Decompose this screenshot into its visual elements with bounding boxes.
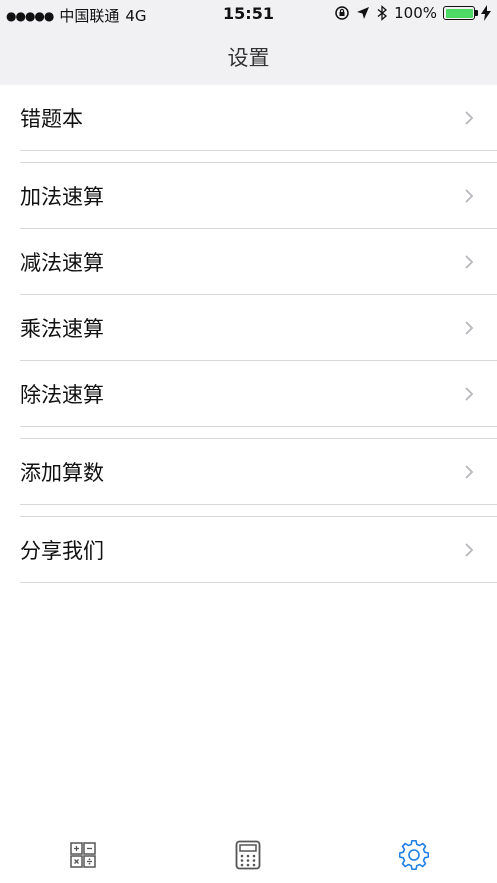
section-divider — [20, 505, 497, 517]
chevron-right-icon — [465, 188, 474, 203]
section-divider — [20, 151, 497, 163]
tab-operators[interactable] — [63, 835, 103, 875]
tab-settings[interactable] — [394, 835, 434, 875]
grid-operators-icon — [70, 841, 96, 868]
screen: ●●●●● 中国联通 4G 15:51 100% 设置 错题本 加法速算 减法速… — [0, 0, 497, 883]
settings-list: 错题本 加法速算 减法速算 乘法速算 除法速算 添加算数 分享我们 — [0, 85, 497, 583]
chevron-right-icon — [465, 320, 474, 335]
bluetooth-icon — [377, 5, 388, 21]
calculator-icon — [236, 840, 261, 869]
chevron-right-icon — [465, 464, 474, 479]
menu-item-label: 乘法速算 — [20, 316, 104, 341]
menu-item-label: 减法速算 — [20, 250, 104, 275]
menu-item-label: 添加算数 — [20, 460, 104, 485]
charging-bolt-icon — [481, 5, 491, 21]
chevron-right-icon — [465, 254, 474, 269]
menu-item-share[interactable]: 分享我们 — [20, 517, 497, 583]
menu-item-division[interactable]: 除法速算 — [20, 361, 497, 427]
chevron-right-icon — [465, 542, 474, 557]
location-arrow-icon — [357, 7, 370, 19]
menu-item-label: 错题本 — [20, 106, 83, 131]
status-bar: ●●●●● 中国联通 4G 15:51 100% — [0, 0, 497, 28]
menu-item-multiplication[interactable]: 乘法速算 — [20, 295, 497, 361]
chevron-right-icon — [465, 386, 474, 401]
menu-item-label: 加法速算 — [20, 184, 104, 209]
menu-item-addition[interactable]: 加法速算 — [20, 163, 497, 229]
gear-icon — [399, 839, 430, 870]
menu-item-mistake-book[interactable]: 错题本 — [20, 85, 497, 151]
battery-percent: 100% — [394, 4, 437, 22]
tab-calculator[interactable] — [228, 835, 268, 875]
menu-item-label: 除法速算 — [20, 382, 104, 407]
tab-bar — [0, 825, 497, 883]
menu-item-label: 分享我们 — [20, 538, 104, 563]
menu-item-subtraction[interactable]: 减法速算 — [20, 229, 497, 295]
chevron-right-icon — [465, 110, 474, 125]
menu-item-add-arithmetic[interactable]: 添加算数 — [20, 439, 497, 505]
orientation-lock-icon — [335, 6, 349, 20]
battery-icon — [443, 6, 478, 20]
top-bar: ●●●●● 中国联通 4G 15:51 100% 设置 — [0, 0, 497, 85]
status-right: 100% — [334, 4, 491, 22]
section-divider — [20, 427, 497, 439]
page-title: 设置 — [227, 46, 270, 70]
